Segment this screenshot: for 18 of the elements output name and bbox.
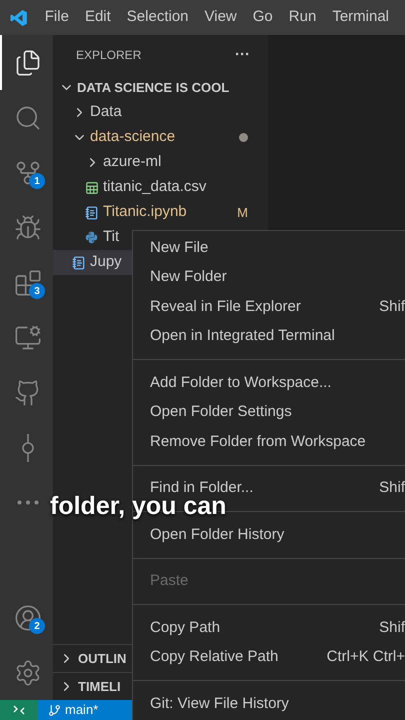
shortcut: Shif — [379, 618, 405, 638]
shortcut: Shif — [379, 478, 405, 498]
git-status: M — [237, 204, 248, 222]
caption: folder, you can — [50, 494, 226, 519]
shortcut: Shif — [379, 296, 405, 316]
count-badge: 2 — [29, 618, 45, 634]
tree-item-label: data-science — [90, 127, 176, 148]
tree-item-label: Titanic.ipynb — [103, 202, 187, 222]
tree-item-label: Data — [90, 102, 122, 122]
count-badge: 3 — [29, 283, 45, 299]
shortcut: Ctrl+K Ctrl+ — [326, 647, 405, 667]
tree-item-label: Jupy — [90, 252, 122, 272]
tree-item-label: Tit — [103, 227, 120, 248]
count-badge: 1 — [29, 173, 45, 189]
tree-item-label: titanic_data.csv — [103, 177, 206, 198]
tree-item-label: azure-ml — [103, 152, 162, 172]
tree-item-label: DATA SCIENCE IS COOL — [77, 78, 230, 97]
sidebar-title: EXPLORER — [76, 47, 142, 64]
